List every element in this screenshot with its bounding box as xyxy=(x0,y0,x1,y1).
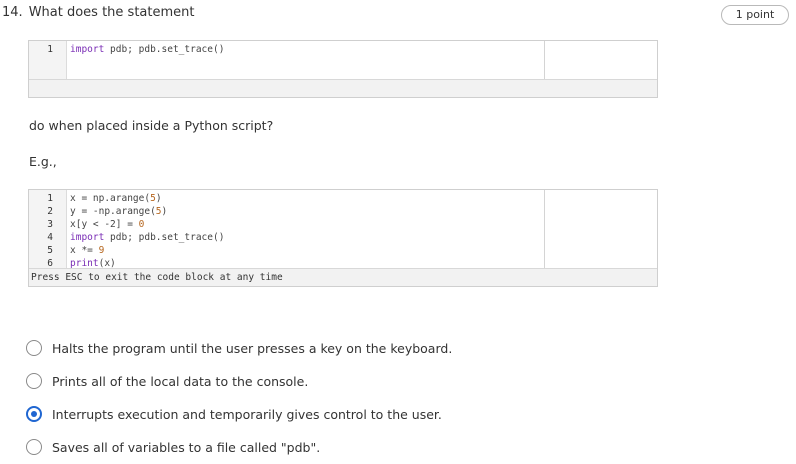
line-number: 1 xyxy=(47,44,53,55)
radio-button[interactable] xyxy=(26,373,42,389)
radio-button-selected[interactable] xyxy=(26,406,42,422)
line-number: 6 xyxy=(47,258,53,269)
code-block-example[interactable]: 1 x = np.arange(5) 2 y = -np.arange(5) 3… xyxy=(28,189,658,287)
line-text: import pdb; pdb.set_trace() xyxy=(70,231,224,244)
code-text: ) xyxy=(161,206,168,217)
number-literal: 0 xyxy=(138,219,145,230)
code-exit-hint: Press ESC to exit the code block at any … xyxy=(29,269,657,286)
question-header: 14. What does the statement xyxy=(2,5,194,20)
code-editor[interactable]: 1 import pdb; pdb.set_trace() xyxy=(29,41,657,80)
question-continuation: do when placed inside a Python script? xyxy=(29,118,274,133)
builtin-function: print xyxy=(70,258,99,269)
code-text: (x) xyxy=(98,258,116,269)
line-text: import pdb; pdb.set_trace() xyxy=(70,43,224,56)
answer-option-3[interactable]: Interrupts execution and temporarily giv… xyxy=(26,404,442,424)
line-text: y = -np.arange(5) xyxy=(70,205,167,218)
answer-label: Interrupts execution and temporarily giv… xyxy=(52,406,442,422)
code-line: 6 print(x) xyxy=(29,257,657,270)
code-line: 1 x = np.arange(5) xyxy=(29,192,657,205)
answer-option-2[interactable]: Prints all of the local data to the cons… xyxy=(26,371,308,391)
line-number: 1 xyxy=(47,193,53,204)
code-text: pdb; pdb.set_trace() xyxy=(104,232,225,243)
example-label: E.g., xyxy=(29,154,57,169)
line-number: 5 xyxy=(47,245,53,256)
line-text: x *= 9 xyxy=(70,244,104,257)
keyword: import xyxy=(70,232,105,243)
code-line: 1 import pdb; pdb.set_trace() xyxy=(29,43,657,56)
line-text: x[y < -2] = 0 xyxy=(70,218,144,231)
line-text: print(x) xyxy=(70,257,116,270)
line-text: x = np.arange(5) xyxy=(70,192,162,205)
code-editor[interactable]: 1 x = np.arange(5) 2 y = -np.arange(5) 3… xyxy=(29,190,657,269)
answer-label: Saves all of variables to a file called … xyxy=(52,439,321,455)
code-line: 5 x *= 9 xyxy=(29,244,657,257)
code-text: x *= xyxy=(70,245,99,256)
line-number: 2 xyxy=(47,206,53,217)
points-badge: 1 point xyxy=(721,5,789,25)
radio-button[interactable] xyxy=(26,439,42,455)
radio-button[interactable] xyxy=(26,340,42,356)
keyword: import xyxy=(70,44,105,55)
question-number: 14. xyxy=(2,5,23,20)
answer-label: Prints all of the local data to the cons… xyxy=(52,373,309,389)
code-text: y = -np.arange( xyxy=(70,206,156,217)
line-number: 4 xyxy=(47,232,53,243)
code-text: x[y < -2] = xyxy=(70,219,139,230)
code-line: 4 import pdb; pdb.set_trace() xyxy=(29,231,657,244)
answer-option-1[interactable]: Halts the program until the user presses… xyxy=(26,338,452,358)
code-text: ) xyxy=(155,193,162,204)
number-literal: 9 xyxy=(98,245,105,256)
code-line: 2 y = -np.arange(5) xyxy=(29,205,657,218)
answer-label: Halts the program until the user presses… xyxy=(52,340,453,356)
question-prompt: What does the statement xyxy=(28,5,195,20)
code-footer xyxy=(29,80,657,97)
code-block-statement[interactable]: 1 import pdb; pdb.set_trace() xyxy=(28,40,658,98)
code-text: pdb; pdb.set_trace() xyxy=(104,44,225,55)
answer-option-4[interactable]: Saves all of variables to a file called … xyxy=(26,437,320,457)
code-text: x = np.arange( xyxy=(70,193,151,204)
line-number: 3 xyxy=(47,219,53,230)
code-line: 3 x[y < -2] = 0 xyxy=(29,218,657,231)
